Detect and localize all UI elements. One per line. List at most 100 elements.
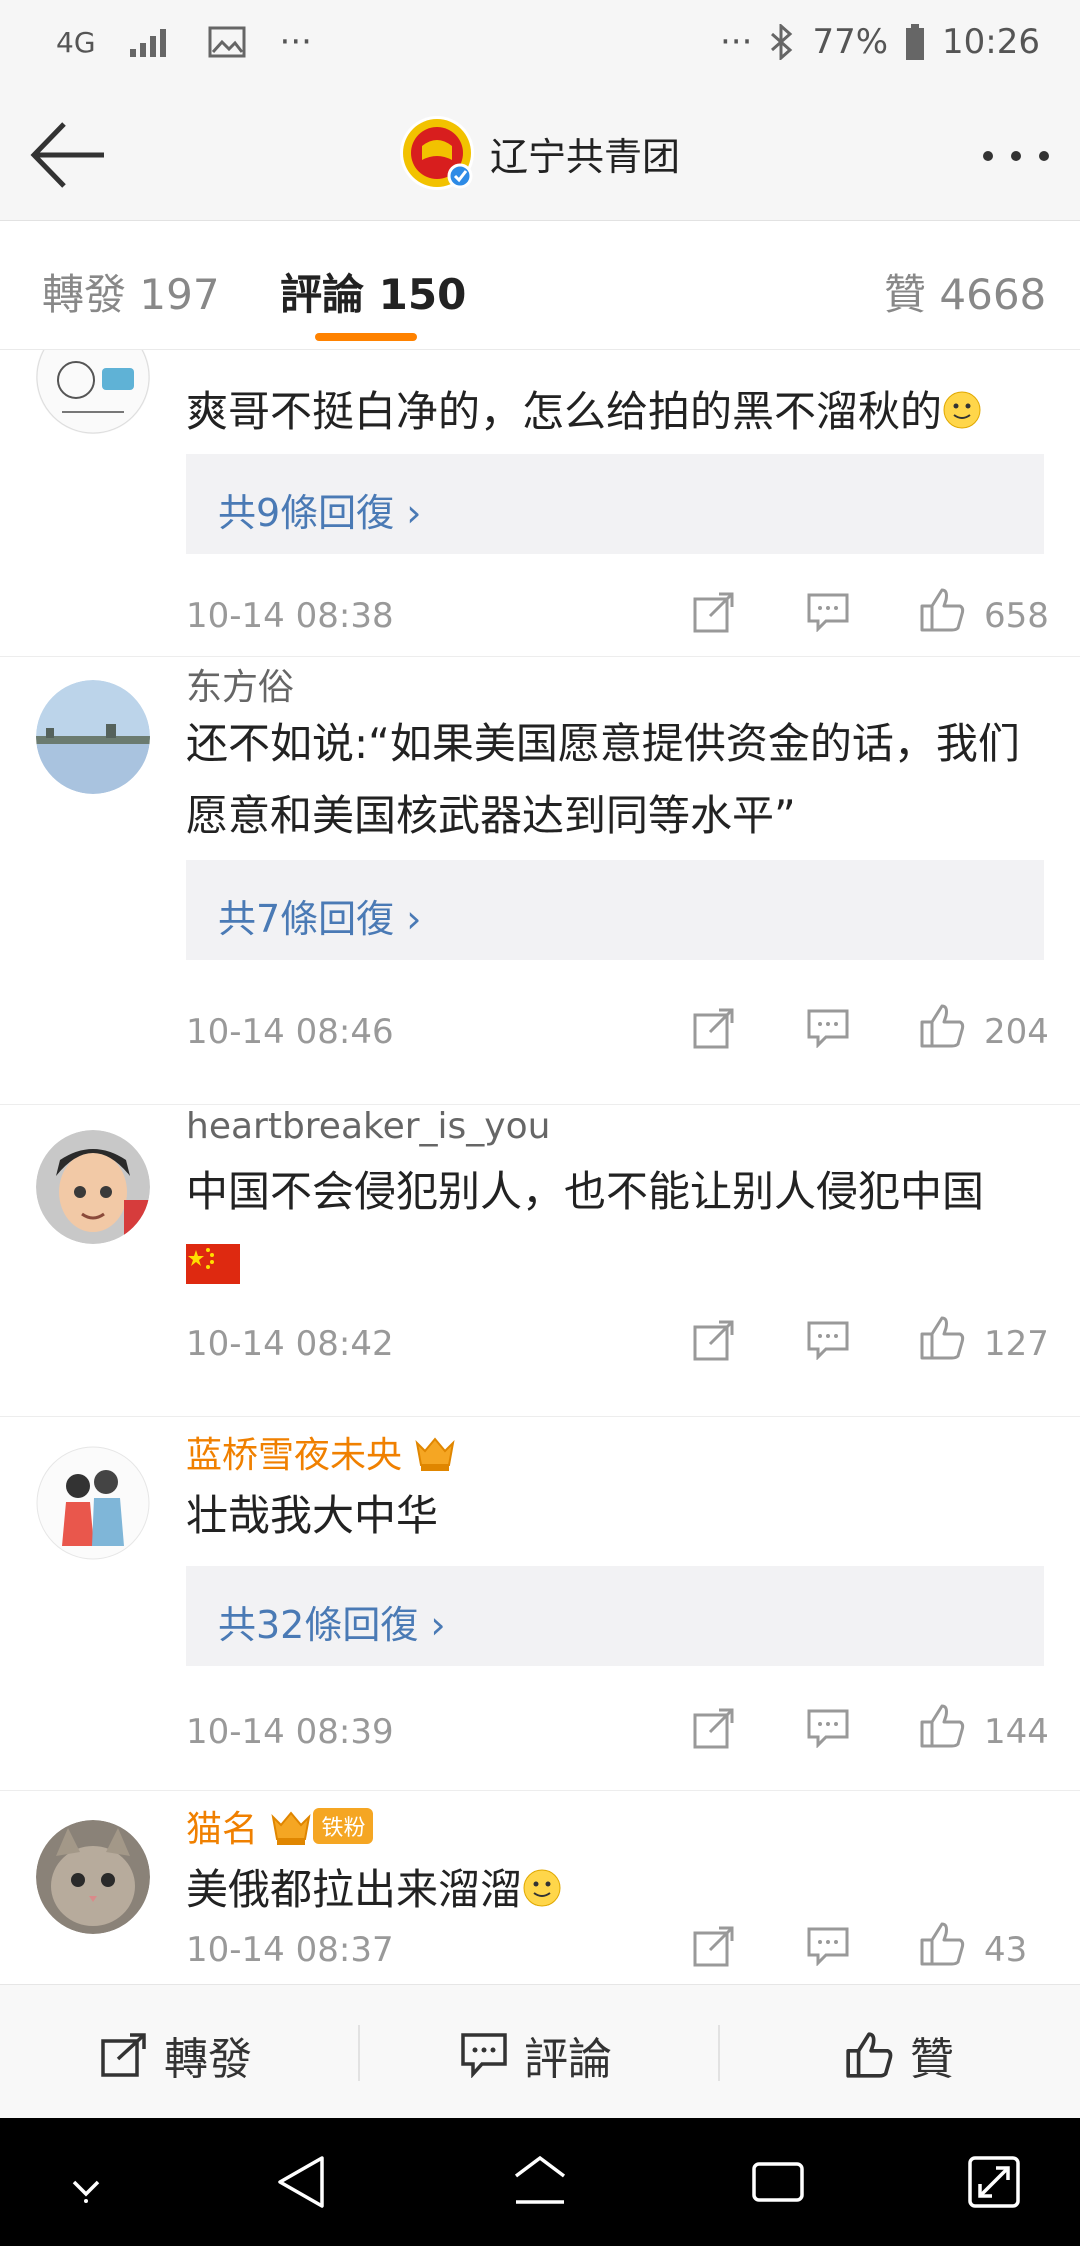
account-header[interactable]: 辽宁共青团 [400,116,680,190]
reply-box[interactable]: 共32條回復 › [186,1566,1044,1666]
share-icon[interactable] [692,590,736,634]
avatar[interactable] [36,350,150,434]
comment-item: 爽哥不挺白净的，怎么给拍的黑不溜秋的 共9條回復 › 10-14 08:38 6… [0,350,1080,657]
like-label: 贊 [910,2034,954,2085]
skyline-avatar-icon [36,680,150,794]
comment-text: 壮哉我大中华 [186,1491,439,1540]
comment-time: 10-14 08:37 [186,1930,394,1970]
like-icon[interactable] [918,586,966,634]
active-tab-indicator [315,333,417,341]
recent-apps-icon[interactable] [750,2152,806,2212]
clock: 10:26 [942,22,1040,62]
repost-label: 轉發 [164,2034,252,2085]
anime-boy-avatar-icon [36,1130,150,1244]
repost-icon [101,2033,146,2077]
vip-crown-icon [415,1437,456,1471]
comment-icon[interactable] [806,1320,850,1360]
back-arrow-icon[interactable] [28,120,108,190]
tab-comments-count: 150 [378,270,467,319]
like-count: 127 [984,1324,1049,1364]
tab-reposts-count: 197 [139,270,220,319]
tab-reposts-label: 轉發 [42,270,127,319]
avatar[interactable] [36,1446,150,1560]
comment-time: 10-14 08:42 [186,1324,394,1364]
comment-icon[interactable] [806,1008,850,1048]
comment-button[interactable]: 評論 [460,2023,612,2087]
tab-bar: 轉發 197 評論 150 贊 4668 [0,221,1080,350]
comment-time: 10-14 08:38 [186,596,394,636]
comment-icon[interactable] [806,1926,850,1966]
account-avatar[interactable] [400,116,474,190]
share-icon[interactable] [692,1318,736,1362]
account-title: 辽宁共青团 [490,134,681,179]
avatar[interactable] [36,1820,150,1934]
comment-username[interactable]: 东方俗 [186,658,294,710]
comment-item: 猫名 铁粉 美俄都拉出来溜溜 10-14 08:37 43 [0,1790,1080,1984]
comment-icon [461,2033,507,2078]
comment-icon[interactable] [806,1708,850,1748]
divider [718,2025,720,2081]
avatar[interactable] [36,680,150,794]
comment-username[interactable]: 蓝桥雪夜未央 [186,1426,457,1478]
view-replies-link[interactable]: 共9條回復 › [218,482,421,537]
tab-likes-label: 贊 [884,270,927,319]
cartoon-avatar-icon [36,350,150,434]
youth-league-logo-icon [403,119,473,189]
battery-percent: 77% [812,22,889,62]
share-icon[interactable] [692,1006,736,1050]
more-notifications: ··· [279,22,312,62]
comment-item: heartbreaker_is_you 中国不会侵犯别人，也不能让别人侵犯中国 … [0,1104,1080,1417]
like-icon[interactable] [918,1702,966,1750]
couple-avatar-icon [36,1446,150,1560]
vip-crown-icon [271,1811,312,1845]
comment-text: 中国不会侵犯别人，也不能让别人侵犯中国 [186,1156,1046,1300]
like-icon[interactable] [918,1314,966,1362]
app-bar: 辽宁共青团 [0,92,1080,221]
comment-username[interactable]: heartbreaker_is_you [186,1106,550,1147]
signal-icon [129,29,166,57]
reply-box[interactable]: 共7條回復 › [186,860,1044,960]
avatar[interactable] [36,1130,150,1244]
reply-box[interactable]: 共9條回復 › [186,454,1044,554]
like-count: 43 [984,1930,1028,1970]
cat-avatar-icon [36,1820,150,1934]
bluetooth-icon [771,24,793,60]
back-nav-icon[interactable] [274,2152,328,2212]
share-icon[interactable] [692,1924,736,1968]
view-replies-link[interactable]: 共7條回復 › [218,888,421,943]
comment-icon[interactable] [806,592,850,632]
image-icon [208,26,246,58]
like-icon[interactable] [918,1002,966,1050]
comment-text: 爽哥不挺白净的，怎么给拍的黑不溜秋的 [186,376,1046,448]
bottom-action-bar: 轉發 評論 贊 [0,1984,1080,2119]
like-count: 144 [984,1712,1049,1752]
smile-emoji-icon [943,391,981,429]
comment-username[interactable]: 猫名 铁粉 [186,1800,374,1852]
battery-icon [906,24,925,60]
comment-list[interactable]: 爽哥不挺白净的，怎么给拍的黑不溜秋的 共9條回復 › 10-14 08:38 6… [0,350,1080,1984]
tab-likes[interactable]: 贊 4668 [884,261,1046,322]
like-icon [846,2032,893,2078]
comment-time: 10-14 08:39 [186,1712,394,1752]
more-status: ··· [720,22,753,62]
comment-time: 10-14 08:46 [186,1012,394,1052]
tab-comments[interactable]: 評論 150 [280,261,466,322]
expand-icon[interactable] [966,2152,1022,2212]
hide-keyboard-icon[interactable] [66,2174,106,2204]
like-icon[interactable] [918,1920,966,1968]
like-button[interactable]: 贊 [844,2023,954,2087]
comment-text: 美俄都拉出来溜溜 [186,1854,1046,1926]
view-replies-link[interactable]: 共32條回復 › [218,1594,446,1649]
divider [358,2025,360,2081]
tab-likes-count: 4668 [939,270,1047,319]
comment-item: 东方俗 还不如说:“如果美国愿意提供资金的话，我们愿意和美国核武器达到同等水平”… [0,656,1080,1105]
repost-button[interactable]: 轉發 [100,2023,252,2087]
tab-comments-label: 評論 [280,270,365,319]
china-flag-emoji-icon [186,1244,240,1284]
more-options-icon[interactable] [980,142,1052,170]
like-count: 658 [984,596,1049,636]
comment-item: 蓝桥雪夜未央 壮哉我大中华 共32條回復 › 10-14 08:39 144 [0,1416,1080,1791]
tab-reposts[interactable]: 轉發 197 [42,261,220,322]
home-nav-icon[interactable] [510,2152,570,2212]
share-icon[interactable] [692,1706,736,1750]
